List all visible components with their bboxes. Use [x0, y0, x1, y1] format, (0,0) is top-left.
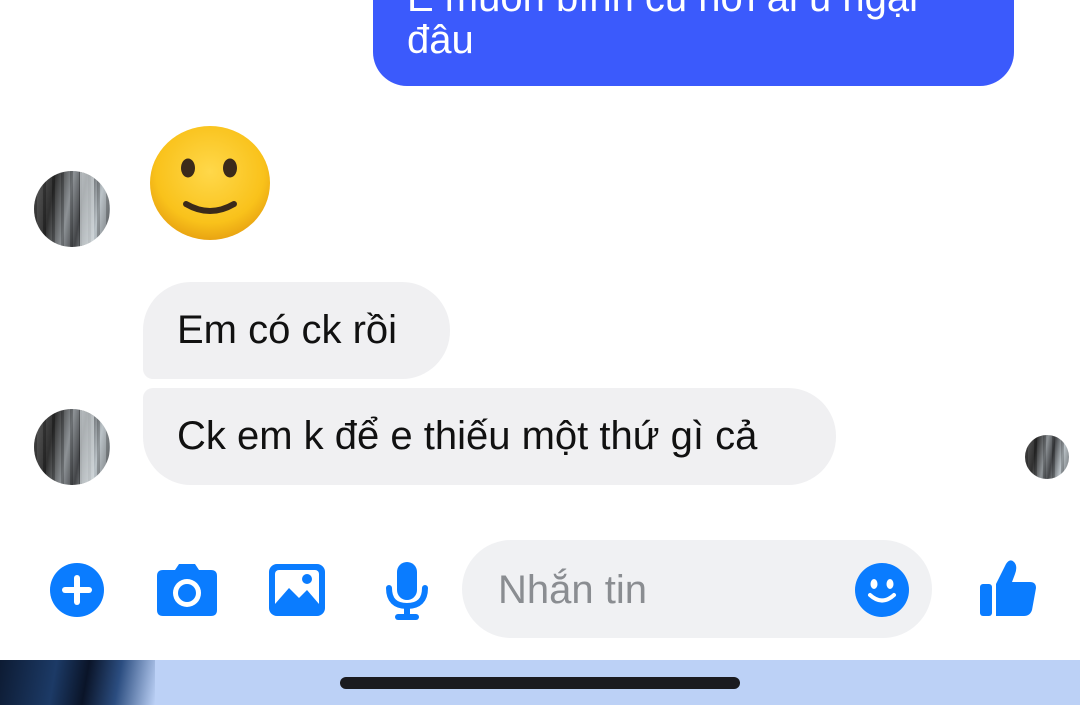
system-navigation-bar [0, 660, 1080, 705]
sent-message-line-1: E muốn bình cũ nơi ai u ngại [407, 0, 918, 22]
microphone-icon[interactable] [385, 562, 429, 620]
message-input[interactable] [496, 564, 830, 616]
slightly-smiling-face-emoji[interactable] [150, 126, 270, 240]
image-icon[interactable] [269, 564, 325, 616]
chat-thread: E muốn bình cũ nơi ai u ngại đâu Em có c… [0, 0, 1080, 660]
wallpaper-strip [0, 660, 155, 705]
sent-message-bubble[interactable]: E muốn bình cũ nơi ai u ngại đâu [373, 0, 1014, 86]
camera-icon[interactable] [157, 564, 217, 616]
sent-message-line-2: đâu [407, 18, 474, 62]
home-indicator[interactable] [340, 677, 740, 689]
message-input-container[interactable] [462, 540, 932, 638]
smiley-icon[interactable] [854, 562, 910, 618]
seen-indicator-avatar [1025, 435, 1069, 479]
received-message-text: Em có ck rồi [177, 308, 398, 352]
received-message-bubble[interactable]: Em có ck rồi [143, 282, 450, 379]
contact-avatar[interactable] [34, 171, 110, 247]
plus-icon[interactable] [49, 562, 105, 618]
received-message-text: Ck em k để e thiếu một thứ gì cả [177, 414, 758, 458]
received-message-bubble[interactable]: Ck em k để e thiếu một thứ gì cả [143, 388, 836, 485]
contact-avatar[interactable] [34, 409, 110, 485]
thumbs-up-icon[interactable] [980, 558, 1036, 618]
